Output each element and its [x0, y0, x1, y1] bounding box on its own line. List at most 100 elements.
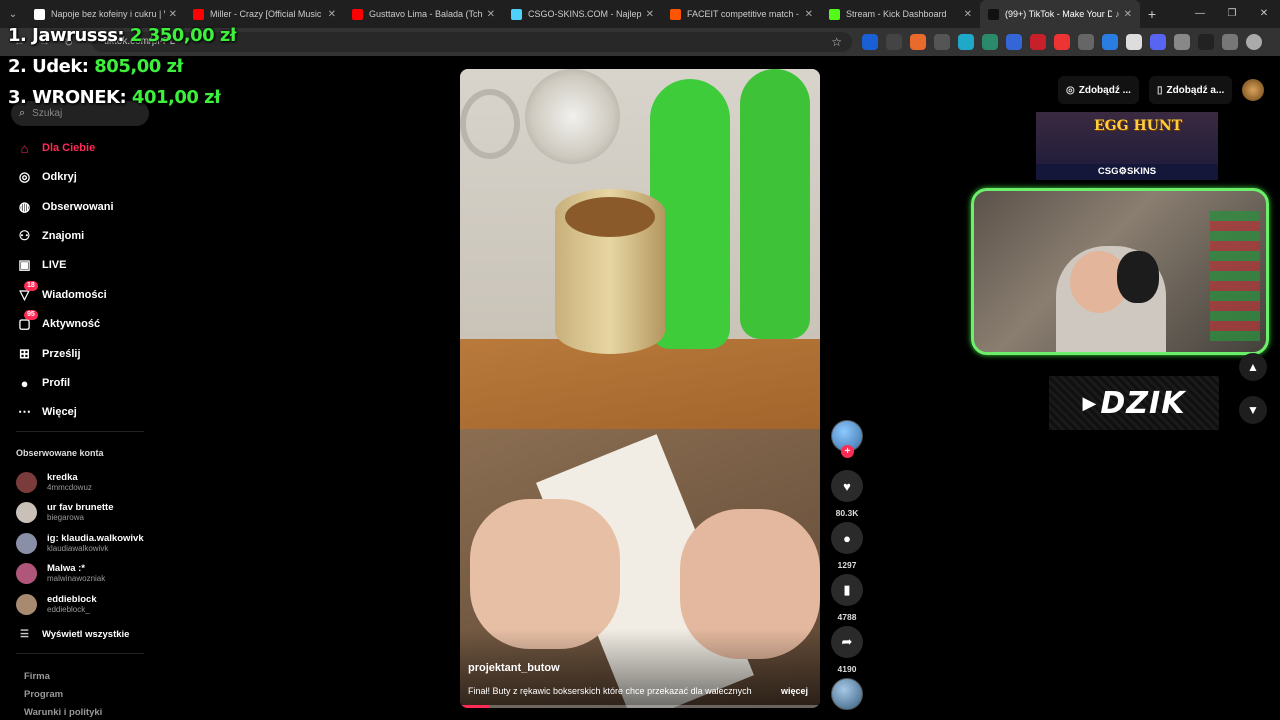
- extension-icon[interactable]: [1006, 34, 1022, 50]
- close-tab-icon[interactable]: ✕: [805, 9, 813, 20]
- new-tab-button[interactable]: +: [1140, 6, 1164, 22]
- next-video-button[interactable]: ▼: [1239, 396, 1267, 424]
- followed-account[interactable]: ur fav brunette biegarowa: [16, 499, 114, 527]
- extension-icon[interactable]: [934, 34, 950, 50]
- following-icon: ◍: [18, 199, 31, 214]
- follow-plus-icon[interactable]: +: [841, 445, 854, 458]
- extensions-bar: [862, 34, 1280, 50]
- sidebar-item-activity[interactable]: ▢ 95 Aktywność: [16, 309, 100, 334]
- browser-tab[interactable]: Gusttavo Lima - Balada (Tchê Tc ✕: [344, 0, 503, 28]
- account-handle: biegarowa: [47, 513, 84, 522]
- sidebar-item-upload[interactable]: ⊞ Prześlij: [16, 344, 80, 364]
- extension-icon[interactable]: [910, 34, 926, 50]
- extension-icon[interactable]: [1102, 34, 1118, 50]
- browser-tab[interactable]: FACEIT competitive match - FA ✕: [662, 0, 821, 28]
- sidebar-item-profile[interactable]: ● Profil: [16, 373, 71, 393]
- following-title: Obserwowane konta: [16, 448, 104, 458]
- extension-icon[interactable]: [982, 34, 998, 50]
- avatar: [16, 471, 37, 493]
- sidebar-item-home[interactable]: ⌂ Dla Ciebie: [16, 138, 96, 158]
- extension-icon[interactable]: [886, 34, 902, 50]
- sidebar-item-more[interactable]: ⋯ Więcej: [16, 402, 77, 422]
- get-coins-label: Zdobądź ...: [1078, 84, 1131, 96]
- sidebar-item-compass[interactable]: ◎ Odkryj: [16, 167, 77, 187]
- tab-favicon-icon: [829, 8, 840, 20]
- profile-avatar[interactable]: [1246, 34, 1262, 50]
- video-player[interactable]: projektant_butow Finał! Buty z rękawic b…: [460, 69, 820, 708]
- extension-icon[interactable]: [862, 34, 878, 50]
- footer-link[interactable]: Firma: [24, 671, 50, 682]
- sidebar-item-live[interactable]: ▣ LIVE: [16, 255, 66, 275]
- webcam-masked-person: [1117, 251, 1159, 303]
- comment-icon[interactable]: ●: [831, 522, 863, 554]
- sponsor-brand: CSG⚙SKINS: [1036, 164, 1218, 180]
- browser-tab[interactable]: Stream - Kick Dashboard ✕: [821, 0, 980, 28]
- see-all-button[interactable]: ☰ Wyświetl wszystkie: [20, 629, 129, 640]
- sidebar-item-friends[interactable]: ⚇ Znajomi: [16, 226, 85, 246]
- leaderboard-name: 1. Jawrusss:: [8, 25, 130, 46]
- sidebar-item-messages[interactable]: ▽ 18 Wiadomości: [16, 280, 107, 305]
- followed-account[interactable]: Malwa :* malwinawozniak: [16, 560, 105, 588]
- heart-icon[interactable]: ♥: [831, 470, 863, 502]
- close-tab-icon[interactable]: ✕: [328, 9, 336, 20]
- bookmark-icon[interactable]: ▮: [831, 574, 863, 606]
- sidebar-item-following[interactable]: ◍ Obserwowani: [16, 197, 114, 217]
- extension-icon[interactable]: [1054, 34, 1070, 50]
- activity-icon: ▢ 95: [16, 309, 38, 333]
- close-tab-icon[interactable]: ✕: [1124, 9, 1132, 20]
- tab-title: FACEIT competitive match - FA: [687, 9, 801, 19]
- sound-avatar[interactable]: [831, 678, 863, 710]
- close-window-icon[interactable]: ✕: [1248, 0, 1280, 28]
- extension-icon[interactable]: [1150, 34, 1166, 50]
- footer-link[interactable]: Program: [24, 689, 63, 700]
- divider: [16, 653, 144, 654]
- media-icon[interactable]: [1222, 34, 1238, 50]
- tab-title: Gusttavo Lima - Balada (Tchê Tc: [369, 9, 483, 19]
- share-icon[interactable]: ➦: [831, 626, 863, 658]
- bookmark-star-icon[interactable]: ☆: [831, 32, 842, 52]
- sponsor-banner: EGG HUNT CSG⚙SKINS: [1036, 112, 1218, 180]
- menu-dots-icon[interactable]: [1270, 34, 1280, 50]
- close-tab-icon[interactable]: ✕: [487, 9, 495, 20]
- extension-icon[interactable]: [1078, 34, 1094, 50]
- tab-title: (99+) TikTok - Make Your D: [1005, 9, 1113, 19]
- video-author[interactable]: projektant_butow: [468, 662, 560, 674]
- video-frame-glue: [565, 197, 655, 237]
- get-app-button[interactable]: ▯ Zdobądź a...: [1148, 76, 1233, 104]
- close-tab-icon[interactable]: ✕: [169, 9, 177, 20]
- more-button[interactable]: więcej: [781, 686, 808, 696]
- previous-video-button[interactable]: ▲: [1239, 353, 1267, 381]
- browser-tab[interactable]: CSGO-SKINS.COM - Najlepsze ✕: [503, 0, 662, 28]
- chevron-up-icon: ▲: [1247, 360, 1259, 374]
- followed-account[interactable]: kredka 4mmcdowuz: [16, 468, 92, 496]
- leaderboard-amount: 2 350,00 zł: [129, 25, 237, 46]
- followed-account[interactable]: eddieblock eddieblock_: [16, 590, 97, 618]
- extension-icon[interactable]: [1126, 34, 1142, 50]
- tab-title: Stream - Kick Dashboard: [846, 9, 947, 19]
- chevron-down-icon: ▼: [1247, 403, 1259, 417]
- extension-icon[interactable]: [958, 34, 974, 50]
- sidebar-item-label: Dla Ciebie: [42, 142, 96, 154]
- speaker-icon[interactable]: ♪: [1115, 9, 1120, 19]
- sidebar: ⌕ Szukaj ⌂ Dla Ciebie ◎ Odkryj ◍ Obserwowani ⚇…: [0, 56, 160, 720]
- minimize-icon[interactable]: —: [1184, 0, 1216, 28]
- tab-favicon-icon: [988, 8, 999, 20]
- friends-icon: ⚇: [18, 228, 31, 243]
- leaderboard-row: 3. WRONEK: 401,00 zł: [8, 82, 236, 113]
- get-coins-button[interactable]: ◎ Zdobądź ...: [1058, 76, 1139, 104]
- followed-account[interactable]: ig: klaudia.walkowivk klaudiawalkowivk: [16, 529, 144, 557]
- extension-icon[interactable]: [1030, 34, 1046, 50]
- restore-icon[interactable]: ❐: [1216, 0, 1248, 28]
- user-avatar[interactable]: [1242, 79, 1265, 101]
- tab-favicon-icon: [193, 8, 204, 20]
- account-handle: malwinawozniak: [47, 574, 106, 583]
- get-app-label: Zdobądź a...: [1166, 84, 1225, 96]
- video-progress[interactable]: [460, 705, 820, 708]
- account-handle: eddieblock_: [47, 604, 90, 614]
- puzzle-icon[interactable]: [1174, 34, 1190, 50]
- more-icon: ⋯: [18, 404, 31, 419]
- close-tab-icon[interactable]: ✕: [964, 9, 972, 20]
- close-tab-icon[interactable]: ✕: [646, 9, 654, 20]
- footer-link[interactable]: Warunki i polityki: [24, 707, 102, 718]
- browser-tab[interactable]: (99+) TikTok - Make Your D ♪ ✕: [980, 0, 1140, 28]
